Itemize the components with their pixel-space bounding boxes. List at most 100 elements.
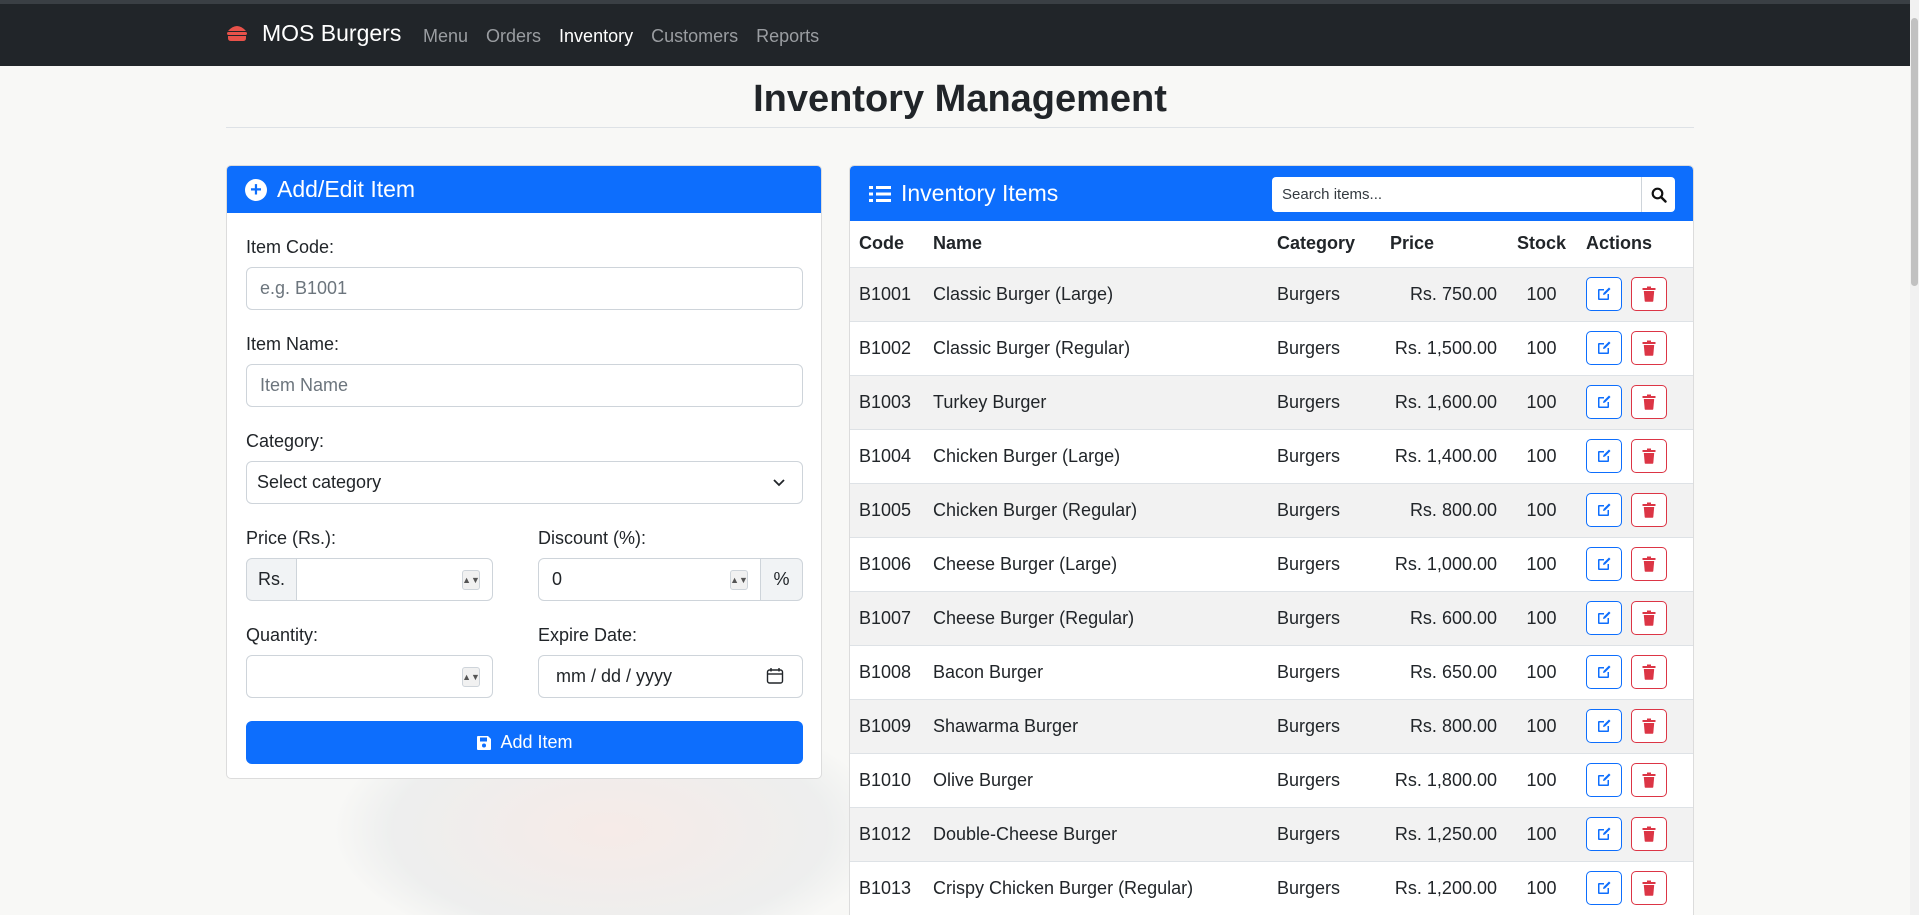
nav-link-menu[interactable]: Menu — [423, 26, 468, 47]
edit-icon — [1598, 449, 1611, 462]
edit-button[interactable] — [1586, 871, 1622, 905]
item-code-input[interactable]: e.g. B1001 — [246, 267, 803, 310]
discount-spinner[interactable]: ▲▼ — [730, 570, 748, 590]
delete-button[interactable] — [1631, 439, 1667, 473]
quantity-label: Quantity: — [246, 625, 319, 645]
search-input[interactable] — [1272, 177, 1641, 212]
edit-button[interactable] — [1586, 331, 1622, 365]
row-actions — [1586, 439, 1684, 473]
cell-name: Cheese Burger (Large) — [924, 537, 1268, 592]
cell-actions — [1577, 753, 1693, 808]
nav-link-orders[interactable]: Orders — [486, 26, 541, 47]
delete-button[interactable] — [1631, 493, 1667, 527]
delete-button[interactable] — [1631, 655, 1667, 689]
cell-code: B1002 — [850, 321, 924, 376]
cell-category: Burgers — [1268, 429, 1381, 484]
table-row: B1004 Chicken Burger (Large) Burgers Rs. 1,… — [850, 429, 1693, 484]
scrollbar-thumb[interactable] — [1911, 18, 1918, 286]
price-prefix: Rs. — [246, 558, 297, 601]
category-select[interactable]: Select category — [246, 461, 803, 504]
delete-button[interactable] — [1631, 763, 1667, 797]
cell-code: B1005 — [850, 483, 924, 538]
cell-actions — [1577, 429, 1693, 484]
col-price: Price — [1381, 221, 1506, 268]
search-button[interactable] — [1641, 177, 1675, 212]
burger-icon — [227, 26, 247, 41]
discount-input[interactable]: 0 ▲▼ — [538, 558, 761, 601]
save-icon — [477, 735, 492, 750]
edit-button[interactable] — [1586, 547, 1622, 581]
delete-button[interactable] — [1631, 601, 1667, 635]
expire-date-input[interactable]: mm / dd / yyyy — [538, 655, 803, 698]
table-row: B1008 Bacon Burger Burgers Rs. 650.00 100 — [850, 645, 1693, 700]
trash-icon — [1642, 340, 1656, 356]
delete-button[interactable] — [1631, 547, 1667, 581]
col-code: Code — [850, 221, 924, 268]
cell-name: Chicken Burger (Regular) — [924, 483, 1268, 538]
row-actions — [1586, 655, 1684, 689]
edit-button[interactable] — [1586, 439, 1622, 473]
price-input[interactable]: ▲▼ — [296, 558, 493, 601]
delete-button[interactable] — [1631, 817, 1667, 851]
item-name-label: Item Name: — [246, 334, 340, 354]
edit-icon — [1598, 611, 1611, 624]
cell-category: Burgers — [1268, 267, 1381, 322]
form-card-header: + Add/Edit Item — [227, 166, 821, 213]
cell-actions — [1577, 483, 1693, 538]
edit-button[interactable] — [1586, 817, 1622, 851]
table-row: B1010 Olive Burger Burgers Rs. 1,800.00 100 — [850, 753, 1693, 808]
row-actions — [1586, 385, 1684, 419]
table-row: B1005 Chicken Burger (Regular) Burgers Rs. … — [850, 483, 1693, 538]
cell-code: B1001 — [850, 267, 924, 322]
cell-price: Rs. 800.00 — [1381, 699, 1506, 754]
trash-icon — [1642, 502, 1656, 518]
cell-category: Burgers — [1268, 537, 1381, 592]
cell-name: Classic Burger (Large) — [924, 267, 1268, 322]
delete-button[interactable] — [1631, 871, 1667, 905]
delete-button[interactable] — [1631, 385, 1667, 419]
edit-icon — [1598, 395, 1611, 408]
row-actions — [1586, 547, 1684, 581]
table-row: B1002 Classic Burger (Regular) Burgers Rs. … — [850, 321, 1693, 376]
table-header-row: Code Name Category Price Stock Actions — [850, 221, 1693, 268]
trash-icon — [1642, 394, 1656, 410]
page-title: Inventory Management — [226, 74, 1694, 128]
cell-stock: 100 — [1506, 861, 1577, 915]
edit-button[interactable] — [1586, 763, 1622, 797]
cell-price: Rs. 1,250.00 — [1381, 807, 1506, 862]
cell-code: B1012 — [850, 807, 924, 862]
edit-button[interactable] — [1586, 709, 1622, 743]
nav-link-customers[interactable]: Customers — [651, 26, 738, 47]
quantity-input[interactable]: ▲▼ — [246, 655, 493, 698]
cell-name: Double-Cheese Burger — [924, 807, 1268, 862]
table-row: B1012 Double-Cheese Burger Burgers Rs. 1,25… — [850, 807, 1693, 862]
add-item-button[interactable]: Add Item — [246, 721, 803, 764]
calendar-icon[interactable] — [766, 667, 784, 685]
cell-category: Burgers — [1268, 483, 1381, 538]
quantity-spinner[interactable]: ▲▼ — [462, 667, 480, 687]
edit-icon — [1598, 827, 1611, 840]
brand[interactable]: MOS Burgers — [226, 18, 401, 48]
edit-button[interactable] — [1586, 385, 1622, 419]
item-name-input[interactable]: Item Name — [246, 364, 803, 407]
page-scrollbar[interactable] — [1910, 0, 1919, 915]
cell-actions — [1577, 375, 1693, 430]
edit-button[interactable] — [1586, 493, 1622, 527]
nav-link-inventory[interactable]: Inventory — [559, 26, 633, 47]
row-actions — [1586, 817, 1684, 851]
discount-label: Discount (%): — [538, 528, 647, 548]
edit-button[interactable] — [1586, 277, 1622, 311]
edit-button[interactable] — [1586, 655, 1622, 689]
cell-code: B1006 — [850, 537, 924, 592]
cell-stock: 100 — [1506, 429, 1577, 484]
trash-icon — [1642, 286, 1656, 302]
price-spinner[interactable]: ▲▼ — [462, 570, 480, 590]
nav-link-reports[interactable]: Reports — [756, 26, 819, 47]
delete-button[interactable] — [1631, 709, 1667, 743]
delete-button[interactable] — [1631, 331, 1667, 365]
expire-date-placeholder: mm / dd / yyyy — [556, 666, 673, 686]
edit-button[interactable] — [1586, 601, 1622, 635]
cell-name: Classic Burger (Regular) — [924, 321, 1268, 376]
delete-button[interactable] — [1631, 277, 1667, 311]
cell-price: Rs. 1,600.00 — [1381, 375, 1506, 430]
